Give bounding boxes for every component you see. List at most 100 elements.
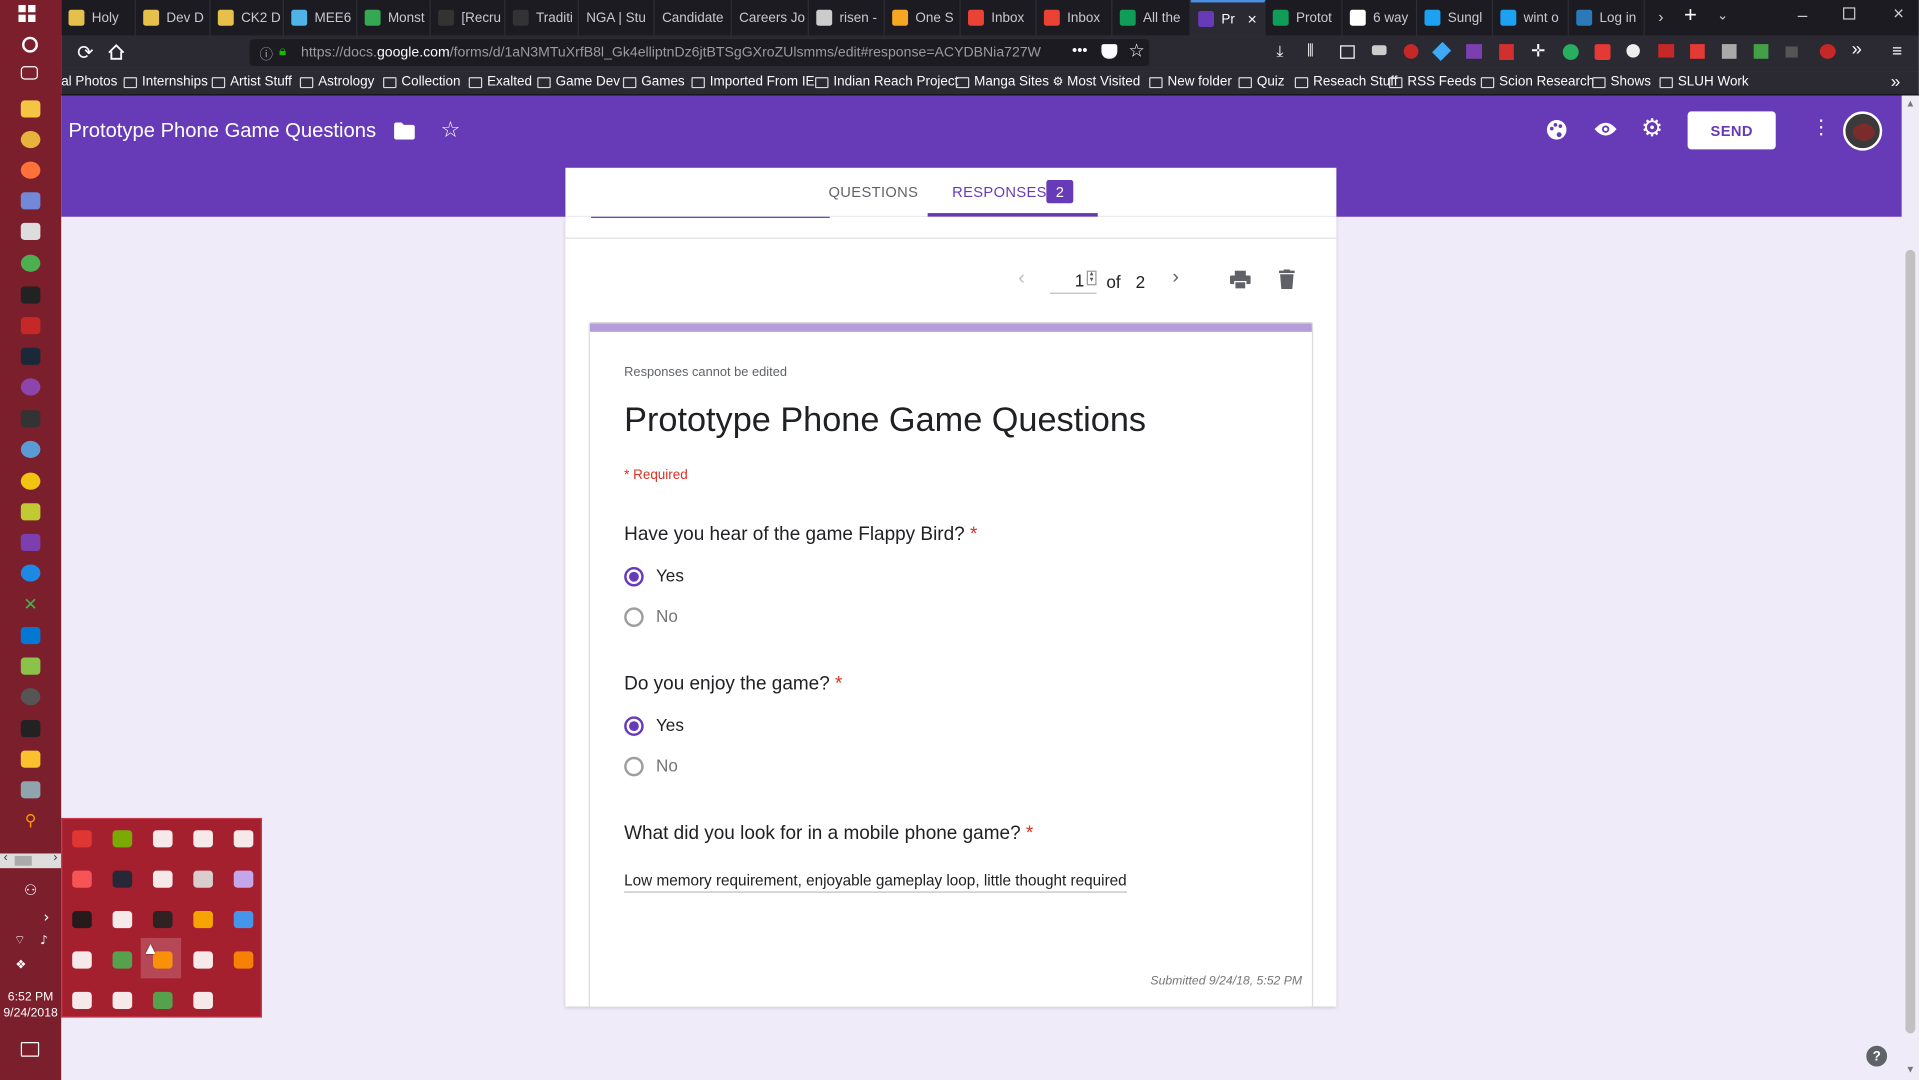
bookmark-item[interactable]: Games	[622, 75, 685, 89]
browser-tab[interactable]: NGA | Stu	[579, 0, 655, 36]
extension-icon-10[interactable]	[1753, 44, 1769, 59]
bookmark-item[interactable]: Shows	[1592, 75, 1651, 89]
app-taskbar-icon[interactable]	[20, 222, 41, 241]
app12-taskbar-icon[interactable]	[20, 720, 41, 738]
app11-taskbar-icon[interactable]	[20, 688, 41, 706]
reload-icon[interactable]: ⟳	[77, 40, 93, 64]
wifi-icon[interactable]	[112, 911, 133, 929]
bookmark-item[interactable]: Game Dev	[537, 75, 620, 89]
app13-taskbar-icon[interactable]	[20, 750, 41, 768]
bookmark-item[interactable]: Artist Stuff	[211, 75, 292, 89]
messenger-icon[interactable]	[233, 870, 254, 888]
folder-icon[interactable]	[394, 122, 415, 140]
bookmark-item[interactable]: ⚙ Most Visited	[1052, 75, 1140, 90]
settings-gear-icon[interactable]: ⚙	[1641, 116, 1663, 140]
q1-radio-yes[interactable]	[624, 566, 644, 587]
browser-tab[interactable]: MEE6	[284, 0, 358, 36]
search-taskbar-icon[interactable]: ⚲	[21, 812, 41, 829]
xbox-taskbar-icon[interactable]: ✕	[21, 596, 41, 613]
bookmark-item[interactable]: Internships	[123, 75, 208, 89]
xbox-icon[interactable]	[152, 991, 173, 1009]
sidebar-icon[interactable]	[1340, 45, 1355, 59]
form-title[interactable]: Prototype Phone Game Questions	[69, 120, 377, 143]
extension-icon-8[interactable]	[1690, 44, 1705, 59]
origin-icon[interactable]	[233, 951, 254, 969]
bookmark-item[interactable]: Astrology	[299, 75, 374, 89]
bookmarks-overflow-chevron[interactable]: »	[1891, 71, 1901, 91]
discord-icon[interactable]	[193, 951, 213, 969]
settings-icon[interactable]	[72, 870, 92, 888]
response-number-input[interactable]: 1 ▴ ▾	[1050, 268, 1097, 294]
shield-icon[interactable]	[72, 911, 92, 929]
browser-tab[interactable]: Monst	[357, 0, 431, 36]
network-icon[interactable]: ⌔	[10, 933, 30, 950]
browser-tab[interactable]: Inbox	[1037, 0, 1113, 36]
extension-icon-4[interactable]: ✛	[1531, 40, 1545, 61]
volume-icon[interactable]: ♪	[34, 933, 54, 950]
home-icon[interactable]	[108, 44, 125, 60]
preview-eye-icon[interactable]	[1593, 121, 1617, 137]
notepad-taskbar-icon[interactable]	[20, 657, 41, 675]
bookmark-item[interactable]: Imported From IE	[691, 75, 815, 89]
bookmark-item[interactable]: Collection	[383, 75, 461, 89]
usb-icon[interactable]	[233, 830, 254, 848]
signal-icon[interactable]	[193, 830, 213, 848]
dropbox-icon[interactable]	[72, 991, 92, 1009]
vscode-taskbar-icon[interactable]	[20, 626, 41, 645]
scrollbar-thumb[interactable]	[1905, 249, 1916, 1034]
app10-taskbar-icon[interactable]	[20, 564, 41, 582]
terminal-icon[interactable]	[152, 911, 173, 929]
tabs-overflow-chevron[interactable]: ›	[1658, 7, 1663, 25]
nitro-icon[interactable]	[152, 870, 173, 888]
dropbox-tray-icon[interactable]: ❖	[11, 958, 31, 975]
bookmark-item[interactable]: Quiz	[1238, 75, 1285, 89]
drive-icon[interactable]	[193, 991, 213, 1009]
extension-icon-11[interactable]	[1785, 46, 1798, 58]
number-spinner-icon[interactable]: ▴ ▾	[1086, 270, 1097, 286]
app9-taskbar-icon[interactable]	[20, 503, 41, 521]
app5-taskbar-icon[interactable]	[20, 378, 41, 396]
browser-tab[interactable]: 6 way	[1343, 0, 1418, 36]
page-info-icon[interactable]: ⓘ	[259, 44, 272, 64]
q2-radio-yes[interactable]	[624, 716, 644, 736]
headset-icon[interactable]	[193, 911, 213, 929]
browser-tab[interactable]: Inbox	[961, 0, 1037, 36]
steam-icon[interactable]	[112, 870, 133, 888]
extension-icon-2[interactable]	[1432, 41, 1452, 61]
account-avatar[interactable]	[1843, 111, 1883, 151]
extension-icon-12[interactable]	[1819, 44, 1836, 59]
system-clock[interactable]: 6:52 PM 9/24/2018	[0, 989, 61, 1021]
tab-responses[interactable]: RESPONSES	[952, 184, 1047, 201]
extension-icon-6[interactable]	[1626, 44, 1640, 58]
cloud-icon[interactable]	[152, 830, 173, 848]
more-extensions-chevron[interactable]: »	[1852, 39, 1862, 60]
onenote-clipper-icon[interactable]	[1466, 44, 1483, 59]
nvidia-icon[interactable]	[112, 830, 133, 848]
browser-tab[interactable]: Dev D	[136, 0, 211, 36]
more-options-icon[interactable]: ⋮	[1811, 118, 1831, 140]
browser-tab[interactable]: One S	[885, 0, 961, 36]
browser-tab[interactable]: Log in	[1569, 0, 1645, 36]
page-actions-icon[interactable]: •••	[1072, 42, 1087, 59]
browser-tab[interactable]: risen -	[809, 0, 885, 36]
discord-taskbar-icon[interactable]	[20, 192, 41, 210]
task-view-icon[interactable]	[20, 66, 38, 80]
close-window-button[interactable]: ×	[1893, 4, 1904, 25]
app14-taskbar-icon[interactable]	[20, 781, 41, 799]
close-tab-icon[interactable]: ×	[1248, 10, 1257, 28]
app6-taskbar-icon[interactable]	[20, 410, 41, 428]
bar-icon[interactable]	[193, 870, 213, 888]
extension-icon-9[interactable]	[1721, 44, 1737, 59]
cortana-icon[interactable]	[22, 36, 38, 53]
list-all-tabs-icon[interactable]: ⌄	[1717, 7, 1728, 24]
browser-tab[interactable]: Pr ×	[1190, 0, 1266, 36]
extension-icon-7[interactable]	[1658, 44, 1675, 58]
firefox-taskbar-icon[interactable]	[20, 161, 41, 179]
browser-tab[interactable]: [Recru	[431, 0, 506, 36]
globe-icon[interactable]	[233, 911, 254, 929]
help-icon[interactable]: ?	[1866, 1045, 1888, 1067]
paint-icon[interactable]	[72, 951, 92, 969]
app2-taskbar-icon[interactable]	[20, 254, 41, 272]
next-response-chevron[interactable]: ›	[1172, 267, 1179, 289]
chrome-icon[interactable]	[112, 951, 133, 969]
